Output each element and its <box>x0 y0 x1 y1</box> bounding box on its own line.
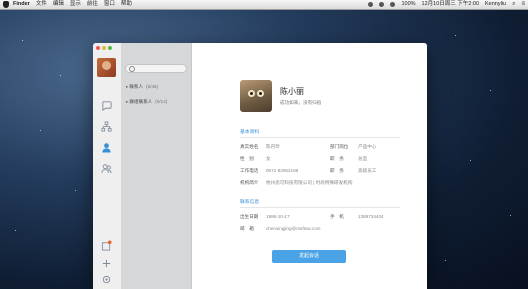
star <box>490 90 491 91</box>
close-button[interactable] <box>96 46 100 50</box>
contact-avatar <box>240 80 272 112</box>
field-label: 性 别 <box>240 156 254 161</box>
star <box>470 160 471 161</box>
start-chat-button[interactable]: 发起会话 <box>272 250 346 263</box>
menu-file[interactable]: 文件 <box>36 0 47 9</box>
group-group-contacts[interactable]: ▸群组联系人 (5/12) <box>126 99 167 105</box>
field-label: 职 务 <box>330 156 344 161</box>
search-icon <box>129 66 135 72</box>
star <box>510 215 511 216</box>
apple-icon[interactable] <box>3 1 9 8</box>
clock[interactable]: 12月10日周三 下午2:00 <box>422 0 479 9</box>
star <box>60 75 61 76</box>
chevron-right-icon: ▸ <box>126 99 129 104</box>
field-value: 陈丹玲 <box>266 144 280 149</box>
star <box>445 260 446 261</box>
group-count: (5/12) <box>155 99 168 104</box>
owl-eye <box>257 90 264 97</box>
field-value: 产品中心 <box>358 144 377 149</box>
field-label: 部门岗位 <box>330 144 349 149</box>
field-value: 1389734404 <box>358 214 384 219</box>
minimize-button[interactable] <box>102 46 106 50</box>
field-label: 邮 箱 <box>240 226 254 231</box>
field-value: 高级员工 <box>358 168 377 173</box>
field-value: 杭州思可科技有限公司 | 时尚特殊研发机构 <box>266 180 353 185</box>
contact-list-panel: ▸联系人 (6/46) ▸群组联系人 (5/12) <box>121 43 192 289</box>
contact-name: 陈小丽 <box>280 87 304 96</box>
contact-info-title: 联系信息 <box>240 200 260 205</box>
contact-signature: 成功如来，没有归宿 <box>280 100 322 105</box>
zoom-button[interactable] <box>108 46 112 50</box>
group-contacts[interactable]: ▸联系人 (6/46) <box>126 84 158 90</box>
group-count: (6/46) <box>146 84 159 89</box>
traffic-lights <box>96 46 112 50</box>
field-value: 1986-10-17 <box>266 214 290 219</box>
field-label: 职 务 <box>330 168 344 173</box>
menu-go[interactable]: 前往 <box>87 0 98 9</box>
menu-view[interactable]: 显示 <box>70 0 81 9</box>
icon-sidebar <box>93 43 122 289</box>
menu-window[interactable]: 窗口 <box>104 0 115 9</box>
star <box>455 35 456 36</box>
user-name[interactable]: Kennyliu <box>485 0 506 9</box>
divider <box>240 207 400 208</box>
my-avatar[interactable] <box>97 58 116 77</box>
battery-level[interactable]: 100% <box>401 0 415 9</box>
field-label: 手 机 <box>330 214 344 219</box>
email-link[interactable]: chenxingjing@msftow.com <box>266 226 320 231</box>
field-value: 总监 <box>358 156 368 161</box>
star <box>22 40 23 41</box>
field-value: 0571-83062188 <box>266 168 299 173</box>
settings-icon[interactable] <box>101 274 112 285</box>
wifi-icon[interactable] <box>379 2 385 7</box>
list-icon[interactable]: ≡ <box>521 0 525 9</box>
menu-edit[interactable]: 编辑 <box>53 0 64 9</box>
notification-icon[interactable] <box>101 240 112 251</box>
group-label: 联系人 <box>129 84 144 89</box>
group-icon[interactable] <box>101 163 112 174</box>
star <box>75 190 76 191</box>
chat-icon[interactable] <box>101 100 112 111</box>
field-label: 真实姓名 <box>240 144 259 149</box>
search-input[interactable] <box>125 64 187 73</box>
menubar: Finder 文件 编辑 显示 前往 窗口 帮助 100% 12月10日周三 下… <box>0 0 528 10</box>
basic-info-title: 基本资料 <box>240 130 260 135</box>
chevron-right-icon: ▸ <box>126 84 129 89</box>
profile-panel: 陈小丽 成功如来，没有归宿 基本资料 真实姓名 陈丹玲 部门岗位 产品中心 性 … <box>192 43 427 289</box>
star <box>40 130 41 131</box>
field-label: 出生日期 <box>240 214 259 219</box>
volume-icon[interactable] <box>390 2 396 7</box>
app-window: ▸联系人 (6/46) ▸群组联系人 (5/12) 陈小丽 成功如来，没有归宿 基本… <box>93 43 427 289</box>
search-icon[interactable]: ⌕ <box>512 0 515 9</box>
field-value: 女 <box>266 156 271 161</box>
status-icon[interactable] <box>368 2 374 7</box>
group-label: 群组联系人 <box>129 99 153 104</box>
divider <box>240 137 400 138</box>
app-menu[interactable]: Finder <box>13 0 30 9</box>
star <box>15 230 16 231</box>
org-chart-icon[interactable] <box>101 121 112 132</box>
add-icon[interactable] <box>101 258 112 269</box>
field-label: 机构简介 <box>240 180 259 185</box>
owl-eye <box>248 90 255 97</box>
menu-help[interactable]: 帮助 <box>121 0 132 9</box>
field-label: 工作电话 <box>240 168 259 173</box>
contact-icon[interactable] <box>101 142 112 153</box>
